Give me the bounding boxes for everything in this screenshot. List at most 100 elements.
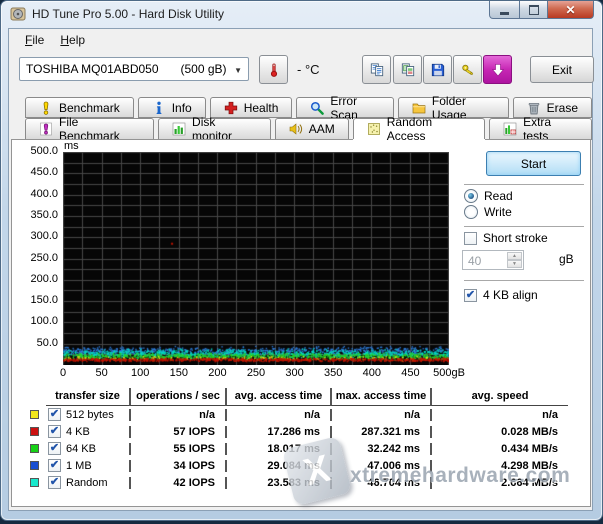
tab-aam[interactable]: AAM: [275, 118, 349, 140]
copy-image-button[interactable]: [393, 55, 422, 84]
series-label: 512 bytes: [66, 409, 114, 421]
table-row-1-mb: ✔1 MB34 IOPS29.084 ms47.006 ms4.298 MB/s: [46, 457, 568, 474]
legend-color-swatch: [30, 410, 39, 419]
close-button[interactable]: ✕: [548, 1, 594, 19]
copy-text-icon: [370, 63, 384, 77]
tab-random-access[interactable]: Random Access: [353, 118, 485, 139]
restore-button[interactable]: [520, 1, 548, 19]
spinner-down-icon[interactable]: ▼: [507, 260, 522, 268]
value-cell: 32.242 ms: [330, 443, 430, 455]
title-bar[interactable]: HD Tune Pro 5.00 - Hard Disk Utility ✕: [1, 1, 602, 28]
app-window: HD Tune Pro 5.00 - Hard Disk Utility ✕ F…: [0, 0, 603, 521]
y-axis-unit: ms: [64, 140, 79, 152]
table-row-512-bytes: ✔512 bytesn/an/an/an/a: [46, 406, 568, 423]
value-cell: 55 IOPS: [129, 443, 225, 455]
start-button[interactable]: Start: [486, 151, 581, 176]
divider: [464, 184, 584, 185]
file-benchmark-icon: [39, 122, 53, 136]
save-screenshot-button[interactable]: [423, 55, 452, 84]
x-tick-label: 500gB: [426, 367, 472, 379]
toolbar: TOSHIBA MQ01ABD050 (500 gB) ▼ - °C Exit: [9, 51, 592, 95]
value-cell: 46.704 ms: [330, 477, 430, 489]
column-header-avg-speed: avg. speed: [430, 388, 568, 406]
column-header-operations-sec: operations / sec: [129, 388, 225, 406]
read-option[interactable]: Read: [464, 189, 513, 203]
copy-text-button[interactable]: [362, 55, 391, 84]
write-option[interactable]: Write: [464, 205, 512, 219]
menu-file[interactable]: File: [17, 31, 52, 49]
app-icon: [10, 6, 26, 22]
value-cell: 0.028 MB/s: [430, 426, 568, 438]
legend-color-swatch: [30, 444, 39, 453]
value-cell: 0.434 MB/s: [430, 443, 568, 455]
window-title: HD Tune Pro 5.00 - Hard Disk Utility: [32, 1, 224, 28]
results-table: transfer sizeoperations / secavg. access…: [46, 388, 568, 491]
series-checkbox-1-mb[interactable]: ✔: [48, 459, 61, 472]
random-access-page: ms 500.0450.0400.0350.0300.0250.0200.015…: [11, 139, 591, 507]
temperature-value: - °C: [297, 62, 320, 77]
menu-help[interactable]: Help: [52, 31, 93, 49]
drive-select[interactable]: TOSHIBA MQ01ABD050 (500 gB) ▼: [19, 57, 249, 81]
series-label: 1 MB: [66, 460, 92, 472]
y-tick-label: 150.0: [12, 294, 58, 306]
value-cell: 287.321 ms: [330, 426, 430, 438]
legend-color-swatch: [30, 427, 39, 436]
align-checkbox[interactable]: ✔: [464, 289, 477, 302]
column-header-max-access-time: max. access time: [330, 388, 430, 406]
read-radio[interactable]: [464, 189, 478, 203]
aam-icon: [289, 122, 303, 136]
y-tick-label: 350.0: [12, 209, 58, 221]
y-tick-label: 500.0: [12, 145, 58, 157]
series-checkbox-512-bytes[interactable]: ✔: [48, 408, 61, 421]
y-tick-label: 450.0: [12, 166, 58, 178]
exit-button[interactable]: Exit: [530, 56, 594, 83]
spinner-value: 40: [468, 254, 481, 268]
short-stroke-size-spinner[interactable]: 40 ▲ ▼: [462, 250, 524, 270]
minimize-button[interactable]: [489, 1, 520, 19]
align-option[interactable]: ✔ 4 KB align: [464, 288, 538, 302]
tab-extra-tests[interactable]: Extra tests: [489, 118, 592, 140]
drive-capacity: (500 gB): [181, 62, 227, 76]
tab-label: AAM: [309, 122, 335, 136]
value-cell: n/a: [225, 409, 330, 421]
health-icon: [224, 101, 238, 115]
y-tick-label: 200.0: [12, 273, 58, 285]
download-button[interactable]: [483, 55, 512, 84]
disk-monitor-icon: [172, 122, 186, 136]
write-label: Write: [484, 205, 512, 219]
temperature-button[interactable]: [259, 55, 288, 84]
tab-row-2: File BenchmarkDisk monitor AAM Random Acce…: [25, 118, 592, 140]
column-header-avg-access-time: avg. access time: [225, 388, 330, 406]
keys-icon: [461, 63, 475, 77]
value-cell: 2.664 MB/s: [430, 477, 568, 489]
value-cell: 23.583 ms: [225, 477, 330, 489]
download-arrow-icon: [491, 63, 505, 77]
divider: [464, 280, 584, 281]
keys-button[interactable]: [453, 55, 482, 84]
series-label: Random: [66, 477, 108, 489]
tab-disk-monitor[interactable]: Disk monitor: [158, 118, 271, 140]
tab-file-benchmark[interactable]: File Benchmark: [25, 118, 154, 140]
tab-label: Info: [172, 101, 192, 115]
copy-image-icon: [401, 63, 415, 77]
short-stroke-option[interactable]: Short stroke: [464, 231, 548, 245]
save-icon: [431, 63, 445, 77]
spinner-up-icon[interactable]: ▲: [507, 252, 522, 260]
series-checkbox-random[interactable]: ✔: [48, 476, 61, 489]
tab-error-scan[interactable]: Error Scan: [296, 97, 394, 118]
y-tick-label: 400.0: [12, 188, 58, 200]
minimize-icon: [500, 9, 509, 15]
value-cell: 18.017 ms: [225, 443, 330, 455]
value-cell: n/a: [430, 409, 568, 421]
short-stroke-checkbox[interactable]: [464, 232, 477, 245]
value-cell: 42 IOPS: [129, 477, 225, 489]
folder-usage-icon: [412, 101, 426, 115]
table-row-random: ✔ Random 42 IOPS23.583 ms46.704 ms2.664 MB…: [46, 474, 568, 491]
error-scan-icon: [310, 101, 324, 115]
series-label: 64 KB: [66, 443, 96, 455]
series-checkbox-64-kb[interactable]: ✔: [48, 442, 61, 455]
series-checkbox-4-kb[interactable]: ✔: [48, 425, 61, 438]
table-row-64-kb: ✔ 64 KB 55 IOPS18.017 ms32.242 ms0.434 MB/…: [46, 440, 568, 457]
table-header: transfer sizeoperations / secavg. access…: [46, 388, 568, 406]
write-radio[interactable]: [464, 205, 478, 219]
